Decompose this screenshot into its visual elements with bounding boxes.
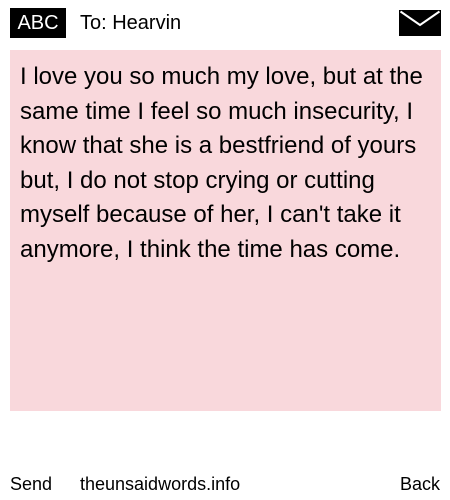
footer-bar: Send theunsaidwords.info Back <box>0 470 450 498</box>
message-text: I love you so much my love, but at the s… <box>20 63 423 263</box>
recipient-line: To: Hearvin <box>80 12 182 34</box>
header-bar: ABC To: Hearvin <box>0 0 450 44</box>
back-button[interactable]: Back <box>400 470 440 498</box>
input-mode-badge[interactable]: ABC <box>10 8 66 38</box>
message-box[interactable]: I love you so much my love, but at the s… <box>10 50 441 411</box>
envelope-icon[interactable] <box>399 10 441 36</box>
send-button[interactable]: Send <box>10 470 52 498</box>
site-label: theunsaidwords.info <box>80 474 241 494</box>
